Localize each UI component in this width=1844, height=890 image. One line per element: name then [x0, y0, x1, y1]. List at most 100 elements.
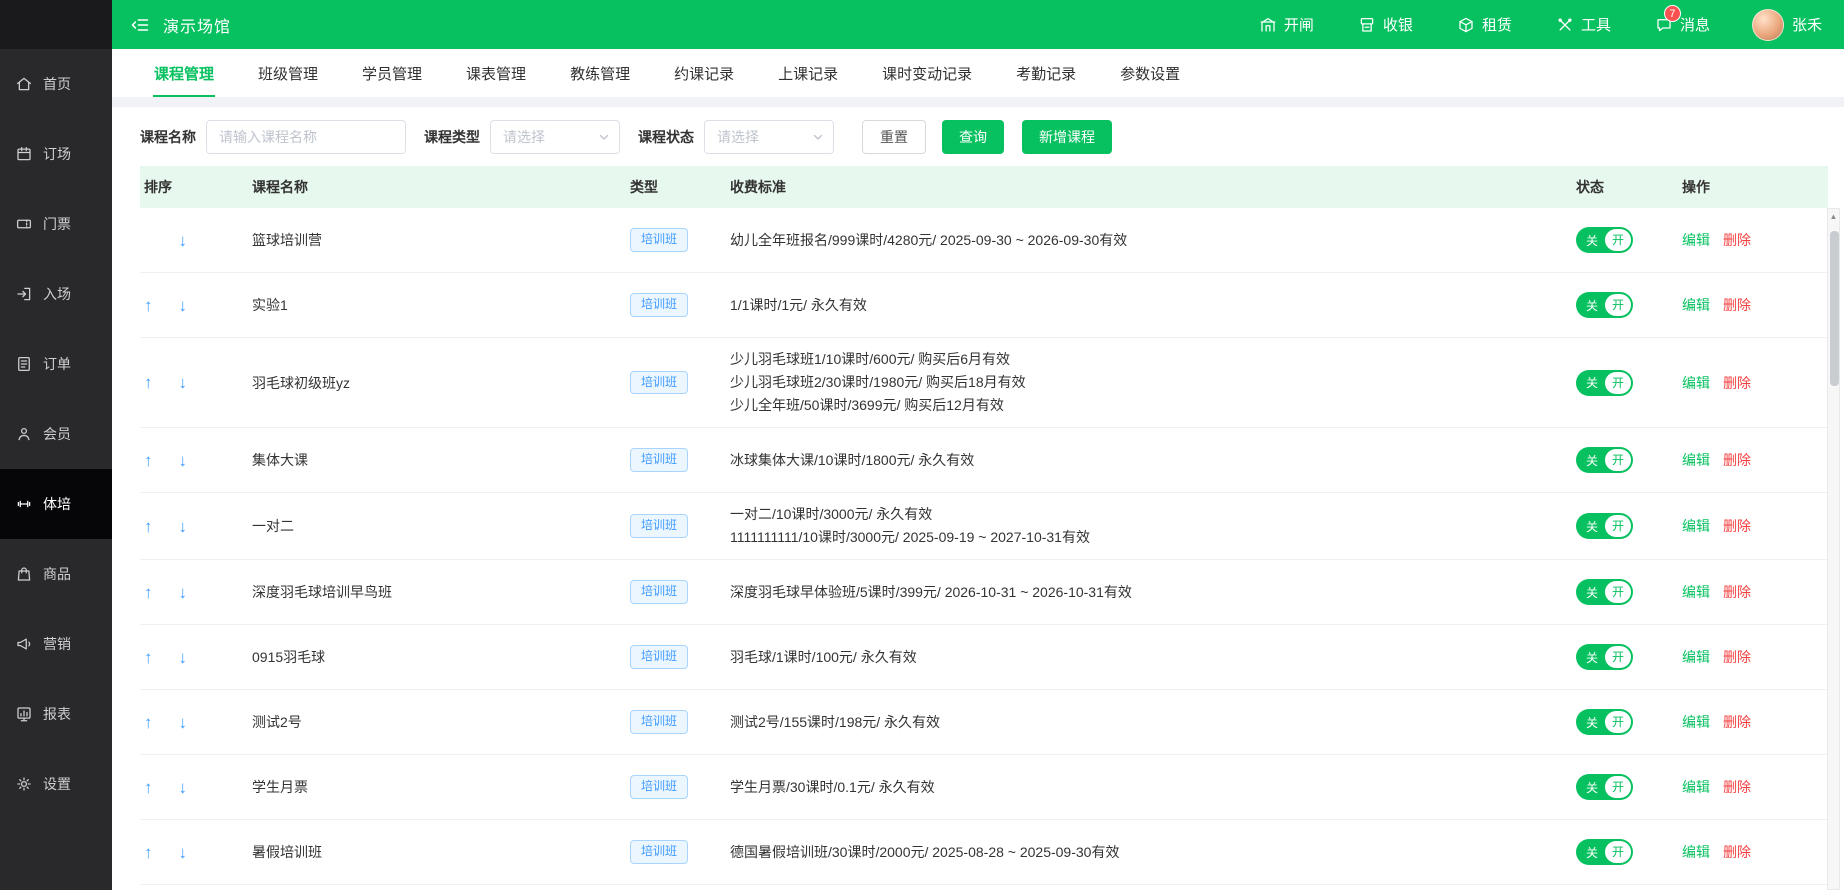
- status-switch[interactable]: 关开: [1576, 709, 1634, 735]
- table-row: ↑ ↓ 学生月票 培训班 学生月票/30课时/0.1元/ 永久有效关开编辑 删除: [140, 755, 1828, 820]
- delete-link[interactable]: 删除: [1723, 712, 1751, 732]
- move-down-icon[interactable]: ↓: [179, 232, 188, 249]
- edit-link[interactable]: 编辑: [1682, 777, 1710, 797]
- sidebar-item-home[interactable]: 首页: [0, 49, 112, 119]
- sidebar-item-members[interactable]: 会员: [0, 399, 112, 469]
- move-down-icon[interactable]: ↓: [179, 584, 188, 601]
- tab-lesson-records[interactable]: 上课记录: [777, 49, 839, 97]
- move-down-icon[interactable]: ↓: [179, 714, 188, 731]
- sidebar-item-goods[interactable]: 商品: [0, 539, 112, 609]
- tab-attendance-records[interactable]: 考勤记录: [1015, 49, 1077, 97]
- tab-parameter-settings[interactable]: 参数设置: [1119, 49, 1181, 97]
- move-up-icon[interactable]: ↑: [144, 518, 153, 535]
- sidebar-item-booking[interactable]: 订场: [0, 119, 112, 189]
- add-course-button[interactable]: 新增课程: [1022, 120, 1112, 154]
- course-type-label: 课程类型: [424, 129, 480, 145]
- status-switch[interactable]: 关开: [1576, 227, 1634, 253]
- move-down-icon[interactable]: ↓: [179, 844, 188, 861]
- table-scrollbar[interactable]: ▲: [1827, 208, 1840, 890]
- tab-class-management[interactable]: 班级管理: [257, 49, 319, 97]
- switch-on-label: 开: [1605, 841, 1632, 863]
- course-name-input[interactable]: [206, 120, 406, 154]
- move-up-icon[interactable]: ↑: [144, 297, 153, 314]
- edit-link[interactable]: 编辑: [1682, 516, 1710, 536]
- status-switch[interactable]: 关开: [1576, 579, 1634, 605]
- move-up-icon[interactable]: ↑: [144, 844, 153, 861]
- delete-link[interactable]: 删除: [1723, 516, 1751, 536]
- move-up-icon[interactable]: ↑: [144, 649, 153, 666]
- sidebar-item-orders[interactable]: 订单: [0, 329, 112, 399]
- tab-course-management[interactable]: 课程管理: [153, 49, 216, 97]
- sidebar-item-training[interactable]: 体培: [0, 469, 112, 539]
- tab-coach-management[interactable]: 教练管理: [569, 49, 631, 97]
- status-switch[interactable]: 关开: [1576, 369, 1634, 396]
- move-down-icon[interactable]: ↓: [179, 374, 188, 391]
- course-name: 篮球培训营: [252, 232, 322, 248]
- user-menu[interactable]: 张禾: [1751, 8, 1822, 41]
- status-switch[interactable]: 关开: [1576, 774, 1634, 800]
- reset-button[interactable]: 重置: [862, 120, 926, 154]
- tab-hour-change-records[interactable]: 课时变动记录: [881, 49, 973, 97]
- move-up-icon[interactable]: ↑: [144, 374, 153, 391]
- delete-link[interactable]: 删除: [1723, 295, 1751, 315]
- search-button[interactable]: 查询: [942, 120, 1004, 154]
- topbar-left: 演示场馆: [130, 13, 231, 37]
- edit-link[interactable]: 编辑: [1682, 582, 1710, 602]
- tools-icon: [1556, 16, 1574, 34]
- course-status-select[interactable]: 请选择: [704, 120, 834, 154]
- edit-link[interactable]: 编辑: [1682, 712, 1710, 732]
- delete-link[interactable]: 删除: [1723, 777, 1751, 797]
- tab-student-management[interactable]: 学员管理: [361, 49, 423, 97]
- sidebar-item-tickets[interactable]: 门票: [0, 189, 112, 259]
- sidebar-item-entry[interactable]: 入场: [0, 259, 112, 329]
- edit-link[interactable]: 编辑: [1682, 295, 1710, 315]
- move-down-icon[interactable]: ↓: [179, 452, 188, 469]
- scrollbar-thumb[interactable]: [1830, 231, 1839, 386]
- nav-tools[interactable]: 工具: [1556, 14, 1611, 35]
- sidebar-item-settings[interactable]: 设置: [0, 749, 112, 819]
- tab-timetable-management[interactable]: 课表管理: [465, 49, 527, 97]
- move-up-icon[interactable]: ↑: [144, 714, 153, 731]
- status-switch[interactable]: 关开: [1576, 292, 1634, 318]
- move-down-icon[interactable]: ↓: [179, 518, 188, 535]
- course-name: 暑假培训班: [252, 844, 322, 860]
- move-down-icon[interactable]: ↓: [179, 297, 188, 314]
- gate-icon: [1259, 16, 1277, 34]
- delete-link[interactable]: 删除: [1723, 842, 1751, 862]
- order-icon: [15, 355, 33, 373]
- move-up-icon[interactable]: ↑: [144, 779, 153, 796]
- move-up-icon[interactable]: ↑: [144, 584, 153, 601]
- delete-link[interactable]: 删除: [1723, 450, 1751, 470]
- move-up-icon[interactable]: ↑: [144, 452, 153, 469]
- select-placeholder: 请选择: [503, 129, 545, 145]
- delete-link[interactable]: 删除: [1723, 373, 1751, 393]
- sidebar-item-label: 报表: [43, 706, 71, 722]
- edit-link[interactable]: 编辑: [1682, 450, 1710, 470]
- course-type-tag: 培训班: [630, 293, 689, 317]
- scroll-up-arrow[interactable]: ▲: [1828, 209, 1839, 223]
- move-down-icon[interactable]: ↓: [179, 649, 188, 666]
- edit-link[interactable]: 编辑: [1682, 647, 1710, 667]
- switch-off-label: 关: [1586, 780, 1599, 795]
- nav-messages[interactable]: 消息 7: [1655, 5, 1710, 35]
- column-header-name: 课程名称: [252, 179, 308, 195]
- delete-link[interactable]: 删除: [1723, 647, 1751, 667]
- nav-gate[interactable]: 开闸: [1259, 14, 1314, 35]
- edit-link[interactable]: 编辑: [1682, 842, 1710, 862]
- collapse-sidebar-icon[interactable]: [130, 15, 150, 35]
- move-down-icon[interactable]: ↓: [179, 779, 188, 796]
- sidebar-item-marketing[interactable]: 营销: [0, 609, 112, 679]
- delete-link[interactable]: 删除: [1723, 582, 1751, 602]
- nav-cashier[interactable]: 收银: [1358, 14, 1413, 35]
- delete-link[interactable]: 删除: [1723, 230, 1751, 250]
- status-switch[interactable]: 关开: [1576, 839, 1634, 865]
- edit-link[interactable]: 编辑: [1682, 230, 1710, 250]
- sidebar-item-reports[interactable]: 报表: [0, 679, 112, 749]
- nav-rental[interactable]: 租赁: [1457, 14, 1512, 35]
- status-switch[interactable]: 关开: [1576, 644, 1634, 670]
- tab-booking-records[interactable]: 约课记录: [673, 49, 735, 97]
- status-switch[interactable]: 关开: [1576, 513, 1634, 539]
- course-type-select[interactable]: 请选择: [490, 120, 620, 154]
- status-switch[interactable]: 关开: [1576, 447, 1634, 473]
- edit-link[interactable]: 编辑: [1682, 373, 1710, 393]
